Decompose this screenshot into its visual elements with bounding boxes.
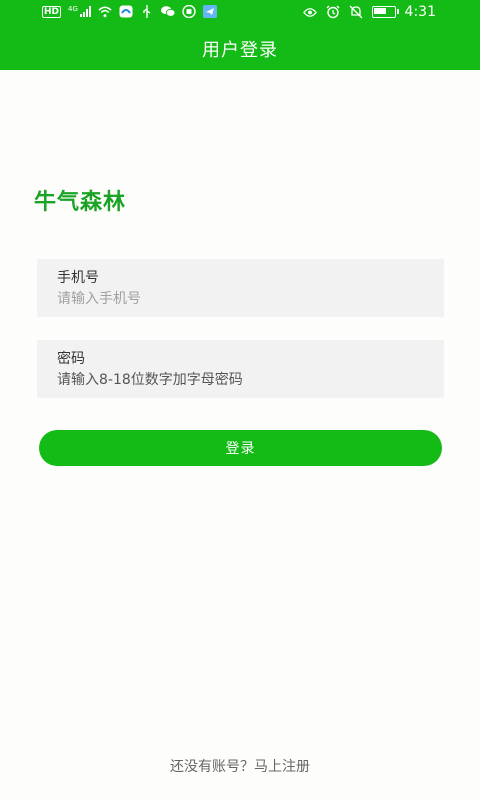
alarm-icon [326, 5, 340, 19]
page-title: 用户登录 [202, 40, 278, 61]
network-type: 4G [68, 5, 78, 13]
status-left: HD 4G [42, 5, 217, 18]
phone-field[interactable]: 手机号 [37, 259, 444, 317]
phone-label: 手机号 [57, 270, 99, 286]
hd-icon: HD [42, 5, 62, 18]
app-notification-icon [119, 5, 133, 18]
usb-icon [140, 5, 154, 18]
battery-icon [371, 6, 399, 18]
telegram-icon [202, 5, 217, 18]
eye-icon [302, 6, 317, 19]
password-field[interactable]: 密码 [37, 340, 444, 398]
wifi-icon [98, 5, 112, 18]
password-label: 密码 [57, 351, 85, 367]
login-button[interactable]: 登录 [39, 430, 442, 466]
top-bar: HD 4G 4:31 用户登录 [0, 0, 480, 70]
wechat-icon [160, 5, 175, 18]
signal-icon [79, 6, 91, 17]
hand-icon [182, 5, 196, 18]
phone-input[interactable] [55, 289, 429, 309]
mute-icon [349, 5, 363, 19]
register-link[interactable]: 还没有账号？马上注册 [0, 756, 480, 776]
battery-level [373, 8, 386, 14]
status-right: 4:31 [302, 4, 436, 20]
status-time: 4:31 [404, 4, 436, 20]
status-bar: HD 4G 4:31 [0, 0, 480, 26]
password-input[interactable] [55, 370, 429, 390]
brand-name: 牛气森林 [34, 190, 127, 215]
